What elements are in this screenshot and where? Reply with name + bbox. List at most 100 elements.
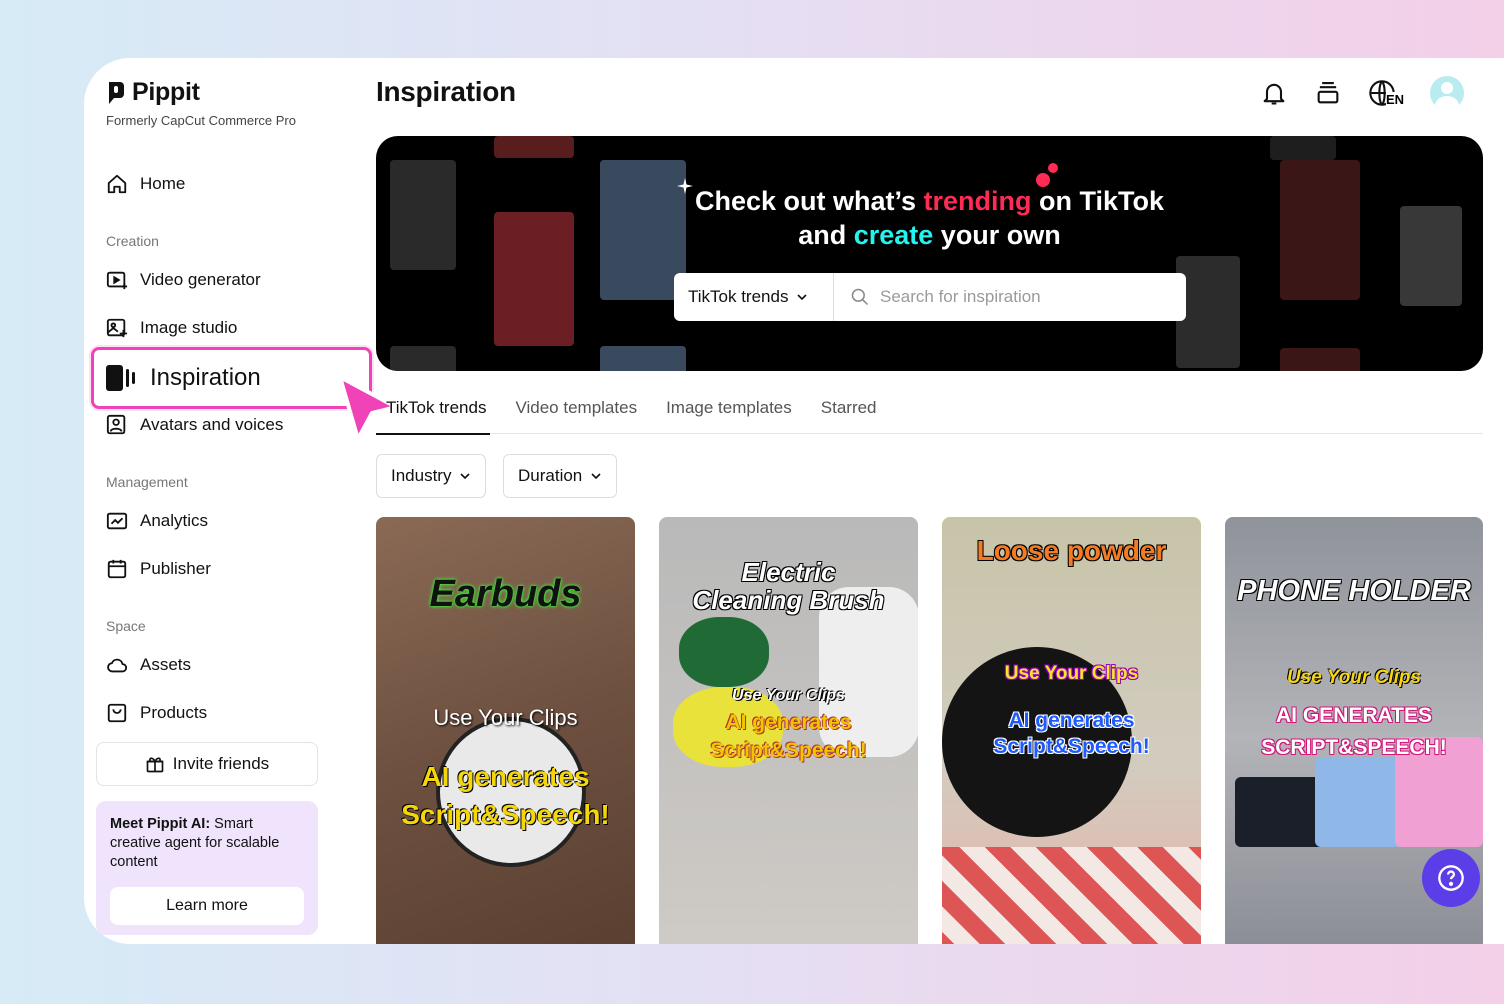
- card-title: Earbuds: [429, 573, 582, 615]
- banner-text-segment: on TikTok: [1031, 186, 1165, 216]
- card-caption: AI generates: [421, 761, 590, 792]
- product-image: [679, 617, 769, 687]
- card-title: PHONE HOLDER: [1237, 575, 1471, 607]
- template-card[interactable]: Loose powder Use Your Clips AI generates…: [942, 517, 1201, 944]
- header-actions: EN: [1260, 76, 1464, 110]
- sidebar-item-avatars-voices[interactable]: Avatars and voices: [106, 414, 283, 436]
- sidebar-item-image-studio[interactable]: Image studio: [106, 317, 237, 339]
- user-avatar[interactable]: [1430, 76, 1464, 110]
- question-icon: [1438, 865, 1464, 891]
- card-caption: Script&Speech!: [993, 735, 1150, 758]
- banner-thumbnail: [390, 346, 456, 371]
- language-code: EN: [1385, 92, 1404, 107]
- brand-tagline: Formerly CapCut Commerce Pro: [106, 113, 296, 128]
- sidebar-item-analytics[interactable]: Analytics: [106, 510, 208, 532]
- banner-text-segment: and: [798, 220, 854, 250]
- industry-filter[interactable]: Industry: [376, 454, 487, 498]
- filter-label: Duration: [518, 466, 583, 485]
- invite-friends-button[interactable]: Invite friends: [96, 742, 318, 786]
- card-caption: Script&Speech!: [710, 739, 867, 762]
- subscription-stack-icon[interactable]: [1314, 79, 1342, 107]
- sidebar-item-label: Video generator: [140, 270, 261, 289]
- sidebar-item-home[interactable]: Home: [106, 173, 185, 195]
- template-card[interactable]: Electric Cleaning Brush Use Your Clips A…: [659, 517, 918, 944]
- gift-icon: [146, 757, 164, 773]
- card-caption: SCRIPT&SPEECH!: [1261, 736, 1447, 759]
- sidebar-item-label: Publisher: [140, 559, 211, 578]
- chevron-down-icon: [797, 294, 808, 301]
- card-caption: AI generates: [725, 711, 852, 734]
- card-caption: Script&Speech!: [401, 799, 610, 830]
- sparkle-icon: [677, 178, 693, 194]
- sidebar-item-inspiration[interactable]: Inspiration: [91, 347, 372, 409]
- banner-line-2: and create your own: [376, 218, 1483, 252]
- pippit-ai-promo: Meet Pippit AI: Smart creative agent for…: [96, 801, 318, 935]
- learn-more-button[interactable]: Learn more: [110, 887, 304, 925]
- tablecloth-pattern: [942, 847, 1201, 944]
- sidebar-item-label: Analytics: [140, 511, 209, 530]
- banner-line-1: Check out what’s trending on TikTok: [376, 184, 1483, 218]
- section-label-management: Management: [106, 474, 188, 490]
- section-label-creation: Creation: [106, 233, 159, 249]
- page-title: Inspiration: [376, 76, 516, 107]
- trending-banner: Check out what’s trending on TikTok and …: [376, 136, 1483, 371]
- card-caption: AI GENERATES: [1276, 704, 1432, 727]
- invite-label: Invite friends: [172, 754, 270, 773]
- analytics-icon: [106, 512, 128, 530]
- sidebar-item-assets[interactable]: Assets: [106, 654, 191, 676]
- fire-emoji-icon: [1036, 163, 1058, 187]
- search-field: [834, 287, 1186, 307]
- card-caption: Use Your Clips: [1004, 663, 1139, 684]
- promo-bold: Meet Pippit AI:: [110, 816, 211, 832]
- promo-text: Meet Pippit AI: Smart creative agent for…: [110, 815, 304, 872]
- tab-video-templates[interactable]: Video templates: [515, 384, 637, 434]
- help-button[interactable]: [1422, 849, 1480, 907]
- duration-filter[interactable]: Duration: [503, 454, 618, 498]
- bell-icon[interactable]: [1260, 79, 1288, 107]
- sidebar-item-products[interactable]: Products: [106, 702, 207, 724]
- banner-highlight-trending: trending: [923, 186, 1032, 216]
- card-caption: Use Your Clips: [1286, 667, 1422, 688]
- product-box-icon: [107, 703, 127, 723]
- calendar-icon: [107, 559, 127, 579]
- pippit-logo-icon: [109, 81, 124, 104]
- brand-name: Pippit: [132, 78, 200, 106]
- product-image: [1315, 757, 1405, 847]
- brand-logo[interactable]: Pippit: [106, 78, 200, 107]
- inspiration-icon: [106, 365, 135, 391]
- banner-text-segment: your own: [933, 220, 1061, 250]
- card-title: Electric: [741, 557, 836, 587]
- banner-headline: Check out what’s trending on TikTok and …: [376, 184, 1483, 252]
- avatar-voice-icon: [106, 414, 126, 435]
- cloud-icon: [107, 658, 128, 673]
- search-category-select[interactable]: TikTok trends: [674, 273, 834, 321]
- search-input[interactable]: [880, 287, 1160, 307]
- tab-starred[interactable]: Starred: [821, 384, 877, 434]
- content-tabs: TikTok trends Video templates Image temp…: [376, 384, 1483, 435]
- banner-thumbnail: [494, 136, 574, 158]
- sidebar-item-label: Inspiration: [150, 364, 261, 391]
- card-caption: AI generates: [1008, 709, 1135, 732]
- template-card[interactable]: Earbuds Use Your Clips AI generates Scri…: [376, 517, 635, 944]
- sidebar-item-label: Products: [140, 703, 208, 722]
- product-image: [1235, 777, 1325, 847]
- inspiration-search-bar: TikTok trends: [674, 273, 1186, 321]
- chevron-down-icon: [460, 473, 471, 480]
- banner-thumbnail: [600, 346, 686, 371]
- sidebar-item-video-generator[interactable]: Video generator: [106, 269, 261, 291]
- sidebar-item-label: Image studio: [140, 318, 238, 337]
- sidebar-item-label: Avatars and voices: [140, 415, 284, 434]
- select-value: TikTok trends: [688, 287, 789, 306]
- sidebar-item-label: Assets: [140, 655, 192, 674]
- tab-image-templates[interactable]: Image templates: [666, 384, 792, 434]
- tab-tiktok-trends[interactable]: TikTok trends: [376, 384, 491, 435]
- filter-label: Industry: [391, 466, 452, 485]
- sidebar-item-label: Home: [140, 174, 186, 193]
- banner-text-segment: Check out what’s: [694, 186, 924, 216]
- sidebar-item-publisher[interactable]: Publisher: [106, 558, 211, 580]
- card-caption: Use Your Clips: [433, 705, 578, 730]
- card-title: Cleaning Brush: [692, 585, 885, 615]
- language-switcher[interactable]: EN: [1368, 79, 1404, 107]
- chevron-down-icon: [591, 473, 601, 480]
- video-generator-icon: [106, 271, 128, 290]
